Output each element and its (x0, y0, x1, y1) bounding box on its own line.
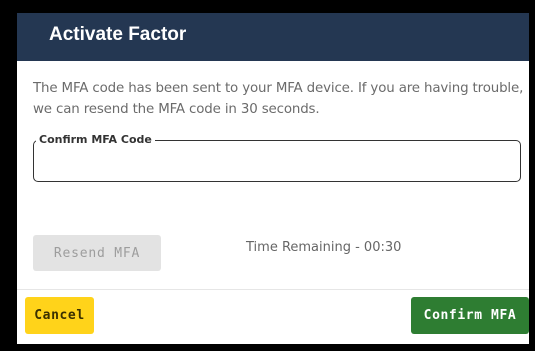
mfa-code-input[interactable] (42, 151, 512, 173)
time-remaining-text: Time Remaining - 00:30 (246, 240, 402, 255)
mfa-code-field[interactable]: Confirm MFA Code (33, 133, 521, 182)
cancel-button[interactable]: Cancel (25, 297, 94, 334)
mfa-code-label: Confirm MFA Code (36, 133, 155, 147)
confirm-mfa-button[interactable]: Confirm MFA (411, 297, 529, 334)
footer-divider (17, 289, 529, 290)
dialog-header: Activate Factor (17, 13, 529, 61)
dialog-title: Activate Factor (49, 24, 187, 45)
screen-frame: Activate Factor The MFA code has been se… (0, 0, 535, 351)
resend-mfa-button[interactable]: Resend MFA (33, 235, 161, 271)
activate-factor-dialog: Activate Factor The MFA code has been se… (17, 13, 529, 344)
dialog-message: The MFA code has been sent to your MFA d… (33, 81, 524, 117)
